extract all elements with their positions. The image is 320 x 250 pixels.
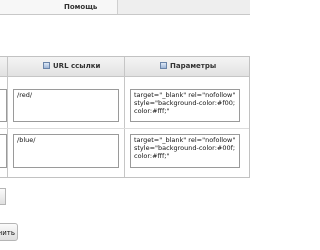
sort-icon (160, 62, 167, 69)
header-url-label: URL ссылки (53, 62, 101, 70)
tab-previous[interactable] (0, 0, 60, 14)
header-params[interactable]: Параметры (160, 57, 216, 76)
row-divider (0, 128, 249, 129)
sort-icon (43, 62, 50, 69)
add-row-button[interactable] (0, 188, 6, 205)
header-params-label: Параметры (170, 62, 217, 70)
params-input[interactable]: target="_blank" rel="nofollow" style="ba… (130, 89, 240, 122)
url-input[interactable]: /blue/ (13, 134, 119, 168)
column-divider (7, 57, 8, 177)
tab-help[interactable]: Помощь (59, 0, 118, 14)
tab-bar: Помощь (0, 0, 250, 15)
save-button[interactable]: нить (0, 223, 18, 241)
row-field-left[interactable] (0, 89, 7, 122)
column-divider (124, 57, 125, 177)
row-field-left[interactable] (0, 134, 7, 168)
url-input[interactable]: /red/ (13, 89, 119, 122)
links-table: URL ссылки Параметры /red/ target="_blan… (0, 56, 250, 178)
header-url[interactable]: URL ссылки (43, 57, 100, 76)
params-input[interactable]: target="_blank" rel="nofollow" style="ba… (130, 134, 240, 168)
